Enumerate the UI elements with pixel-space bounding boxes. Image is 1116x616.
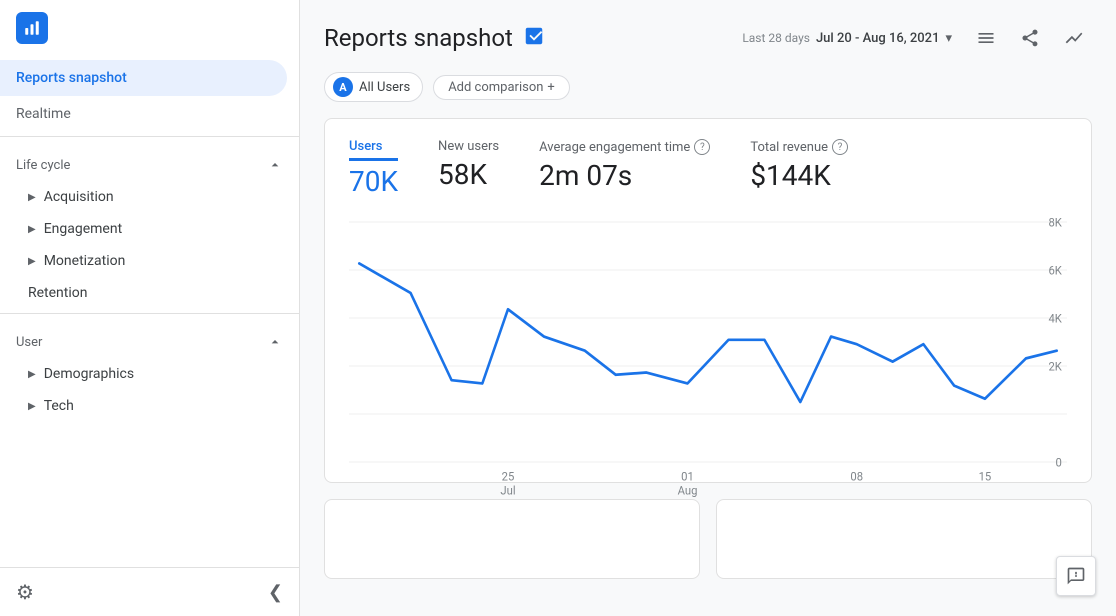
main-content: Reports snapshot Last 28 days Jul 20 - A… — [300, 0, 1116, 616]
settings-icon[interactable]: ⚙ — [16, 580, 34, 604]
date-range-picker[interactable]: Last 28 days Jul 20 - Aug 16, 2021 ▾ — [742, 31, 952, 46]
chevron-icon: ▶ — [28, 401, 36, 412]
avatar: A — [333, 77, 353, 97]
sidebar-item-retention[interactable]: Retention — [0, 277, 287, 309]
add-comparison-button[interactable]: Add comparison + — [433, 75, 570, 100]
sidebar-item-acquisition[interactable]: ▶ Acquisition — [0, 181, 287, 213]
svg-text:08: 08 — [850, 469, 863, 483]
all-users-label: All Users — [359, 80, 410, 95]
header-action-icons — [968, 20, 1092, 56]
feedback-icon — [1066, 566, 1086, 586]
sidebar-item-demographics[interactable]: ▶ Demographics — [0, 358, 287, 390]
share-icon — [1020, 28, 1040, 48]
sidebar: Reports snapshot Realtime Life cycle ▶ A… — [0, 0, 300, 616]
metric-new-users-label: New users — [438, 139, 499, 154]
collapse-sidebar-icon[interactable]: ❮ — [268, 582, 283, 603]
lifecycle-collapse-icon — [267, 157, 283, 173]
filter-row: A All Users Add comparison + — [324, 72, 1092, 102]
share-button[interactable] — [1012, 20, 1048, 56]
lifecycle-section-header[interactable]: Life cycle — [0, 141, 299, 181]
metric-new-users-value: 58K — [438, 158, 499, 191]
divider-1 — [0, 136, 299, 137]
svg-text:6K: 6K — [1048, 263, 1062, 277]
customize-icon — [976, 28, 996, 48]
avg-engagement-info-icon[interactable]: ? — [694, 139, 710, 155]
bottom-card-2 — [716, 499, 1092, 579]
bottom-card-1 — [324, 499, 700, 579]
line-chart: 8K 6K 4K 2K 0 25 Jul 01 Aug 08 15 — [349, 222, 1067, 462]
svg-text:25: 25 — [502, 469, 515, 483]
metric-users-value: 70K — [349, 165, 398, 198]
sidebar-header — [0, 0, 299, 56]
svg-text:4K: 4K — [1048, 311, 1062, 325]
svg-text:8K: 8K — [1048, 215, 1062, 229]
chevron-icon: ▶ — [28, 369, 36, 380]
feedback-button[interactable] — [1056, 556, 1096, 596]
date-range-value: Jul 20 - Aug 16, 2021 — [816, 31, 940, 46]
sidebar-footer: ⚙ ❮ — [0, 567, 299, 616]
last-28-label: Last 28 days — [742, 31, 810, 45]
page-title: Reports snapshot — [324, 24, 513, 52]
bottom-row — [324, 499, 1092, 579]
metric-avg-engagement-value: 2m 07s — [539, 159, 710, 192]
annotate-icon — [1064, 28, 1084, 48]
chevron-icon: ▶ — [28, 224, 36, 235]
header-right: Last 28 days Jul 20 - Aug 16, 2021 ▾ — [742, 20, 1092, 56]
metric-total-revenue[interactable]: Total revenue ? $144K — [750, 139, 848, 198]
chart-line — [359, 263, 1056, 402]
sidebar-item-realtime[interactable]: Realtime — [0, 96, 287, 132]
svg-text:2K: 2K — [1048, 359, 1062, 373]
metric-users-label: Users — [349, 139, 398, 161]
save-to-library-icon[interactable] — [523, 25, 545, 52]
date-chevron-icon: ▾ — [945, 31, 952, 46]
svg-text:Aug: Aug — [678, 483, 698, 497]
metric-users[interactable]: Users 70K — [349, 139, 398, 198]
add-icon: + — [547, 80, 554, 95]
chevron-icon: ▶ — [28, 256, 36, 267]
sidebar-nav: Reports snapshot Realtime Life cycle ▶ A… — [0, 56, 299, 567]
sidebar-item-reports-snapshot[interactable]: Reports snapshot — [0, 60, 287, 96]
divider-2 — [0, 313, 299, 314]
page-title-wrap: Reports snapshot — [324, 24, 545, 52]
svg-text:Jul: Jul — [500, 483, 515, 497]
sidebar-item-monetization[interactable]: ▶ Monetization — [0, 245, 287, 277]
page-header: Reports snapshot Last 28 days Jul 20 - A… — [324, 20, 1092, 56]
chart-card: Users 70K New users 58K Average engageme… — [324, 118, 1092, 483]
user-collapse-icon — [267, 334, 283, 350]
metrics-row: Users 70K New users 58K Average engageme… — [349, 139, 1067, 198]
metric-avg-engagement[interactable]: Average engagement time ? 2m 07s — [539, 139, 710, 198]
svg-text:15: 15 — [979, 469, 992, 483]
add-comparison-label: Add comparison — [448, 80, 543, 95]
all-users-filter[interactable]: A All Users — [324, 72, 423, 102]
analytics-logo-icon — [23, 19, 41, 37]
total-revenue-info-icon[interactable]: ? — [832, 139, 848, 155]
sidebar-item-tech[interactable]: ▶ Tech — [0, 390, 287, 422]
customize-report-button[interactable] — [968, 20, 1004, 56]
svg-text:01: 01 — [681, 469, 694, 483]
metric-new-users[interactable]: New users 58K — [438, 139, 499, 198]
chart-svg: 8K 6K 4K 2K 0 25 Jul 01 Aug 08 15 — [349, 222, 1067, 462]
sidebar-item-engagement[interactable]: ▶ Engagement — [0, 213, 287, 245]
svg-text:0: 0 — [1056, 455, 1062, 469]
metric-total-revenue-value: $144K — [750, 159, 848, 192]
app-logo — [16, 12, 48, 44]
user-section-header[interactable]: User — [0, 318, 299, 358]
metric-total-revenue-label: Total revenue ? — [750, 139, 848, 155]
metric-avg-engagement-label: Average engagement time ? — [539, 139, 710, 155]
chevron-icon: ▶ — [28, 192, 36, 203]
annotate-button[interactable] — [1056, 20, 1092, 56]
